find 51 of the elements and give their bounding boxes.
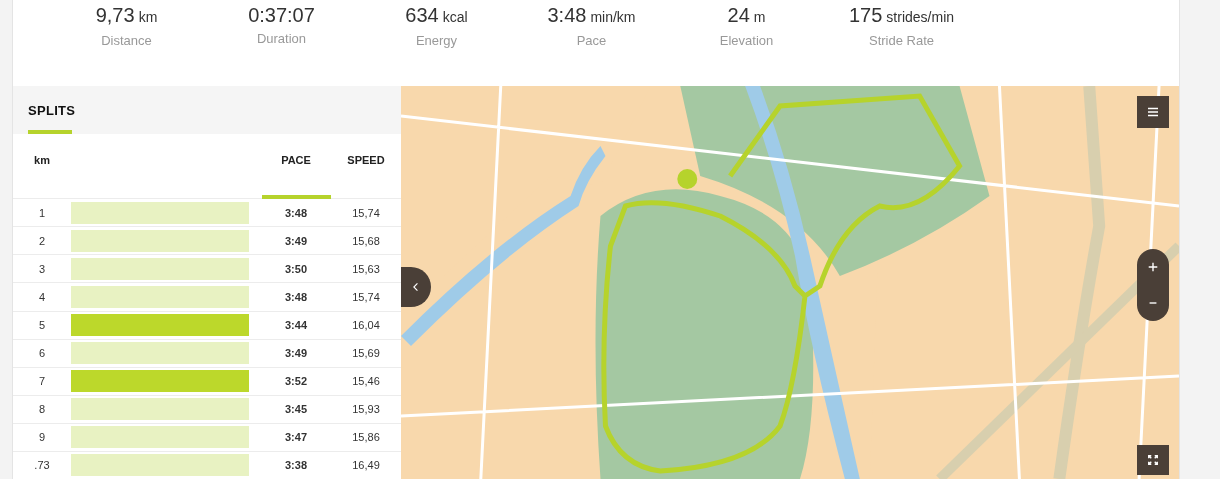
pace-cell-text: 3:48 [284, 206, 308, 219]
km-cell-text: 3 [37, 262, 47, 275]
km-cell-text: 6 [37, 347, 47, 360]
stat-label: Elevation [719, 33, 774, 48]
plus-icon [1147, 261, 1159, 273]
km-cell-text: 7 [37, 375, 47, 388]
column-header[interactable]: SPEED [331, 134, 401, 199]
column-header[interactable]: km [13, 134, 71, 199]
menu-icon [1146, 105, 1160, 119]
stat-value: 175 strides/min [848, 3, 955, 28]
pace-cell-text: 3:44 [284, 319, 308, 332]
chevron-left-icon [411, 282, 421, 292]
pace-cell-text: 3:48 [284, 290, 308, 303]
speed-cell-text: 16,04 [351, 319, 381, 332]
stat-label: Pace [576, 33, 607, 48]
pace-cell-text: 3:50 [284, 262, 308, 275]
pace-cell-text: 3:49 [284, 234, 308, 247]
stat-label: Energy [415, 33, 458, 48]
speed-cell-text: 16,49 [351, 459, 381, 472]
km-cell-text: 5 [37, 319, 47, 332]
km-cell-text: 8 [37, 403, 47, 416]
stat-value: 9,73 km [95, 3, 158, 28]
stat-label: Distance [101, 33, 152, 48]
speed-cell-text: 15,74 [351, 206, 381, 219]
stat-value: 634 kcal [405, 3, 468, 28]
stat-value: 0:37:07 [248, 3, 315, 28]
km-cell-text: 2 [37, 234, 47, 247]
pace-cell-text: 3:38 [284, 459, 308, 472]
speed-cell-text: 15,74 [351, 290, 381, 303]
speed-cell-text: 15,63 [351, 262, 381, 275]
km-cell-text: 4 [37, 290, 47, 303]
pace-cell-text: 3:52 [284, 375, 308, 388]
pace-cell-text: 3:45 [284, 403, 308, 416]
pace-cell-text: 3:47 [284, 431, 308, 444]
speed-cell-text: 15,86 [351, 431, 381, 444]
speed-cell-text: 15,93 [351, 403, 381, 416]
menu-button[interactable] [1137, 96, 1169, 128]
stat-label: Stride Rate [868, 33, 934, 48]
km-cell-text: .73 [33, 459, 51, 472]
speed-cell-text: 15,46 [351, 375, 381, 388]
km-cell-text: 9 [37, 431, 47, 444]
speed-cell-text: 15,69 [351, 347, 381, 360]
pace-cell-text: 3:49 [284, 347, 308, 360]
stat-label: Duration [256, 31, 307, 46]
km-cell-text: 1 [37, 206, 47, 219]
stat-value: 3:48 min/km [547, 3, 636, 28]
stat-value: 24 m [727, 3, 766, 28]
speed-cell-text: 15,68 [351, 234, 381, 247]
fullscreen-button[interactable] [1137, 445, 1169, 475]
fullscreen-icon [1147, 454, 1159, 466]
column-header[interactable]: PACE [261, 134, 331, 199]
